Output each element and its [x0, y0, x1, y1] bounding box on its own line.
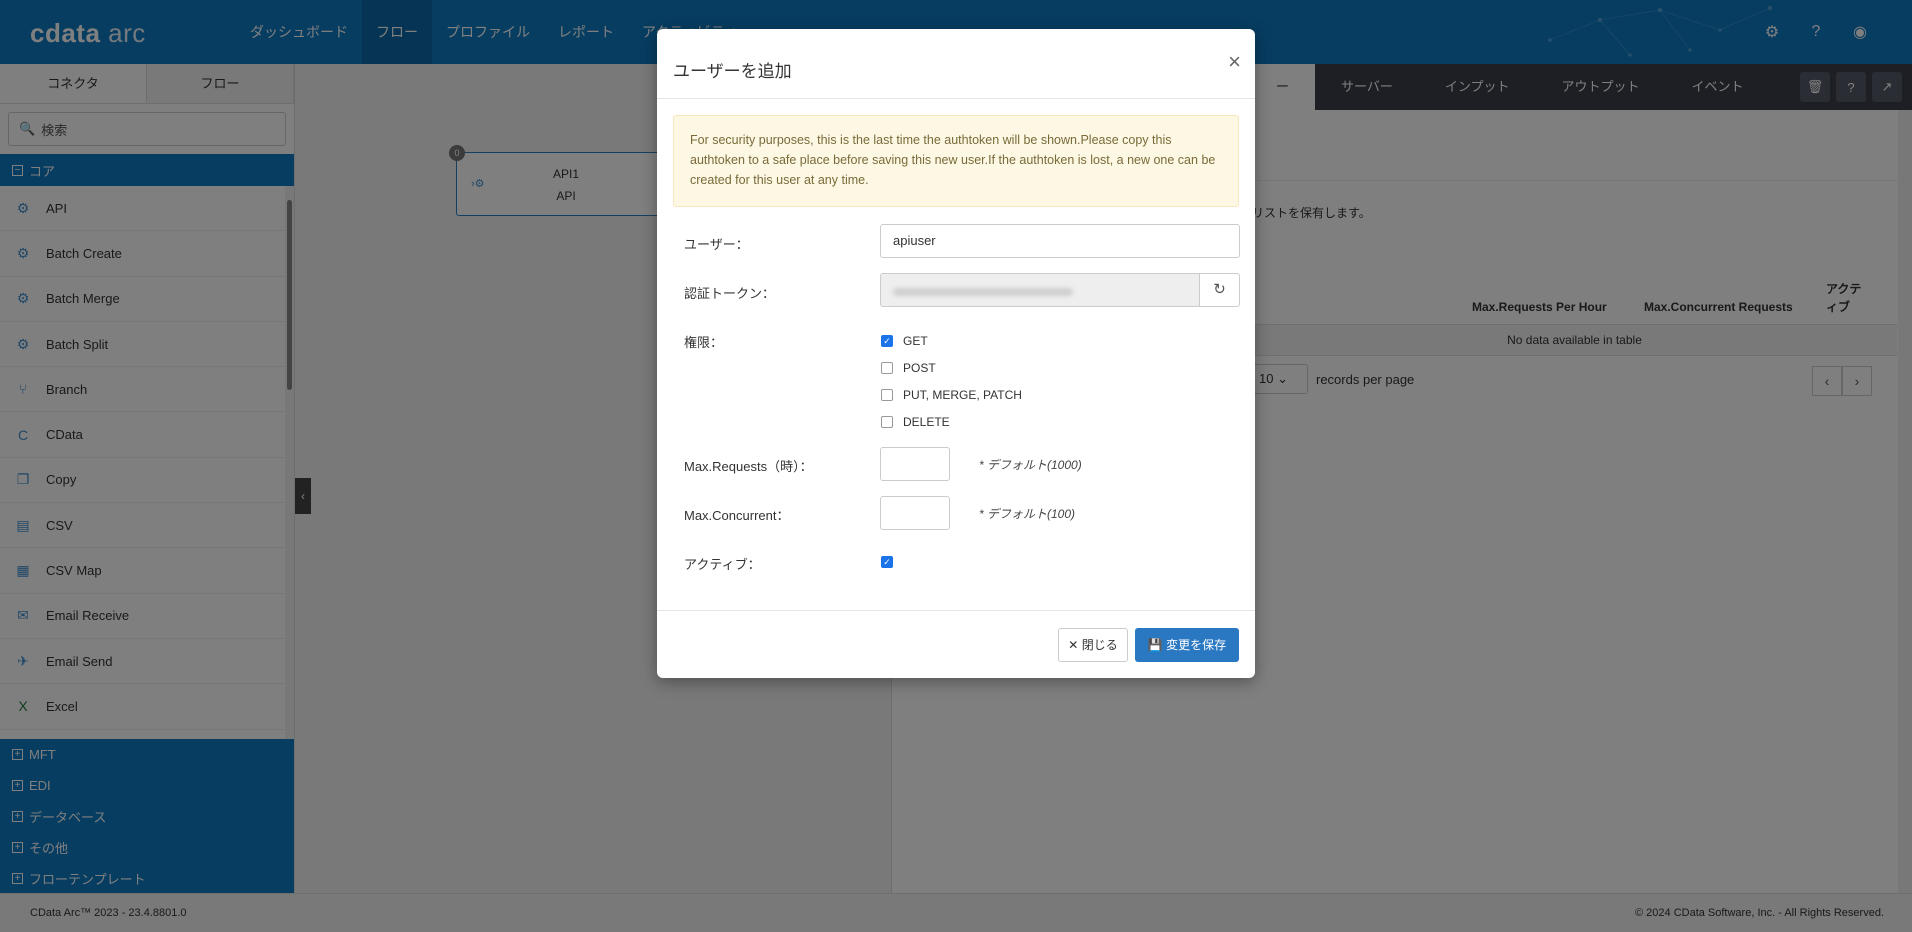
check-icon: ✓	[881, 335, 893, 347]
active-label: アクティブ：	[684, 557, 761, 572]
max-concurrent-hint: * デフォルト(100)	[979, 507, 1076, 521]
close-icon: ✕	[1068, 638, 1079, 652]
token-field[interactable]	[880, 273, 1200, 307]
user-input[interactable]: apiuser	[880, 224, 1240, 258]
close-icon[interactable]: ×	[1228, 49, 1241, 75]
token-label: 認証トークン：	[684, 286, 776, 301]
max-concurrent-label: Max.Concurrent：	[684, 508, 790, 523]
security-alert: For security purposes, this is the last …	[673, 115, 1239, 207]
permission-post-checkbox[interactable]: POST	[881, 361, 936, 375]
permissions-label: 権限：	[684, 335, 724, 350]
max-requests-hint: * デフォルト(1000)	[979, 458, 1082, 472]
check-icon: ✓	[881, 556, 893, 568]
save-icon: 💾	[1147, 638, 1163, 652]
add-user-dialog: ユーザーを追加 × For security purposes, this is…	[657, 29, 1255, 678]
permission-delete-checkbox[interactable]: DELETE	[881, 415, 950, 429]
refresh-token-button[interactable]: ↻	[1200, 273, 1240, 307]
user-label: ユーザー：	[684, 237, 749, 252]
refresh-icon: ↻	[1213, 281, 1226, 298]
max-requests-label: Max.Requests（時）：	[684, 459, 813, 474]
close-button[interactable]: ✕ 閉じる	[1058, 628, 1128, 662]
dialog-title: ユーザーを追加	[673, 62, 792, 81]
max-requests-input[interactable]	[880, 447, 950, 481]
save-button[interactable]: 💾 変更を保存	[1135, 628, 1239, 662]
active-checkbox[interactable]: ✓	[881, 556, 903, 568]
permission-put-checkbox[interactable]: PUT, MERGE, PATCH	[881, 388, 1022, 402]
permission-get-checkbox[interactable]: ✓ GET	[881, 334, 928, 348]
max-concurrent-input[interactable]	[880, 496, 950, 530]
